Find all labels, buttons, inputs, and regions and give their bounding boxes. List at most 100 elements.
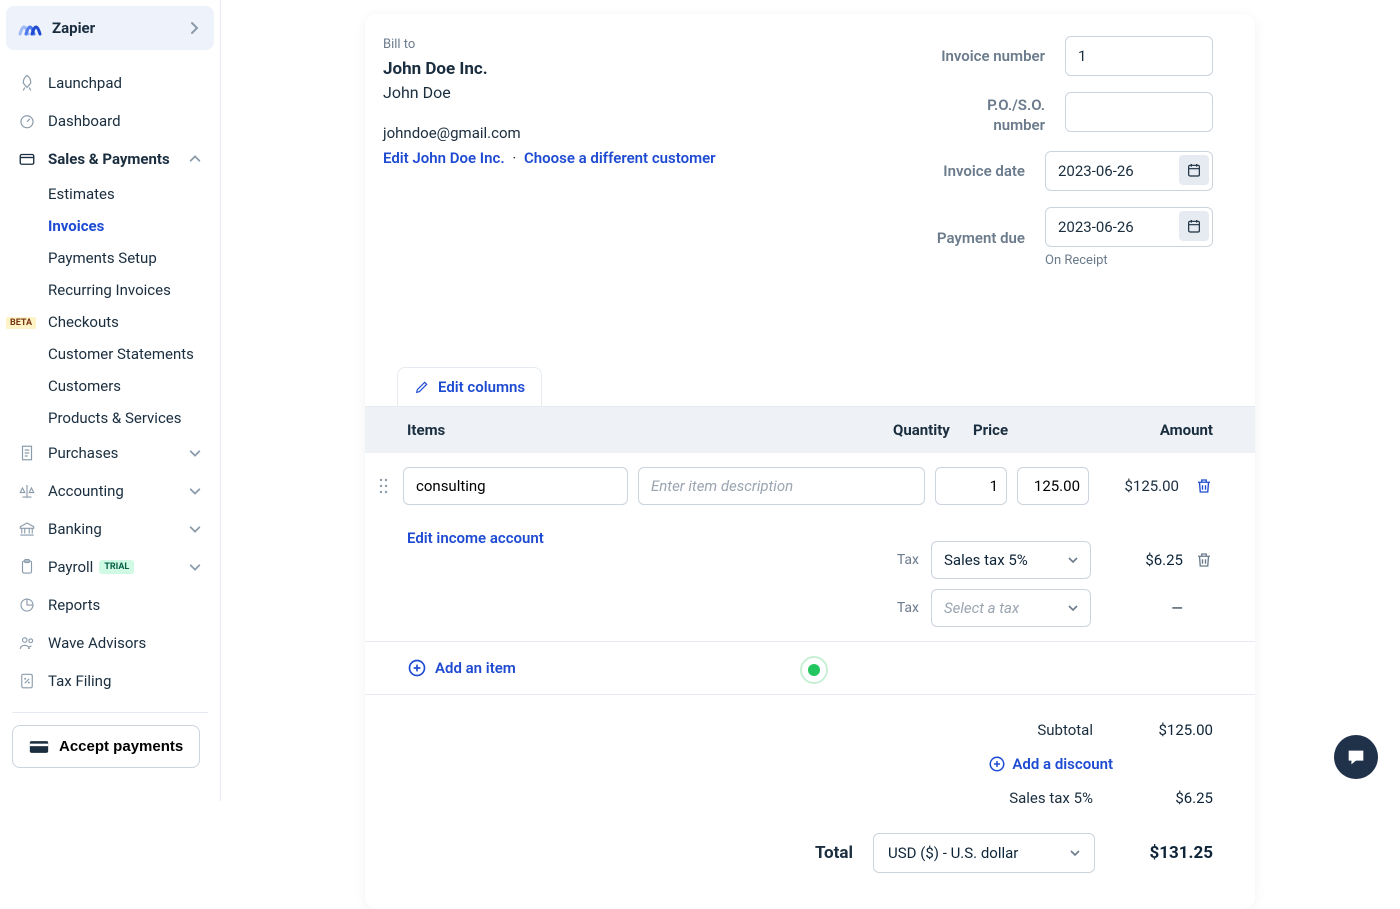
divider <box>12 712 208 713</box>
nav-label: Reports <box>48 596 100 614</box>
pencil-icon <box>414 379 430 395</box>
bill-person: John Doe <box>383 81 793 104</box>
col-quantity: Quantity <box>893 421 973 439</box>
chat-button[interactable] <box>1334 735 1378 779</box>
nav-dashboard[interactable]: Dashboard <box>6 102 214 140</box>
tax-amount-empty: — <box>1103 599 1183 617</box>
users-icon <box>18 634 36 652</box>
invoice-date-label: Invoice date <box>943 162 1025 180</box>
chevron-down-icon <box>188 446 202 460</box>
nav-accounting[interactable]: Accounting <box>6 472 214 510</box>
trash-icon[interactable] <box>1195 551 1213 569</box>
calendar-icon[interactable] <box>1179 211 1209 241</box>
drag-handle-icon[interactable] <box>379 478 389 494</box>
price-input[interactable] <box>1017 467 1089 505</box>
nav-reports[interactable]: Reports <box>6 586 214 624</box>
tax-total-label: Sales tax 5% <box>1009 789 1093 807</box>
edit-columns-button[interactable]: Edit columns <box>397 367 542 406</box>
caret-down-icon <box>1070 848 1080 858</box>
quantity-input[interactable] <box>935 467 1007 505</box>
plus-circle-icon <box>988 755 1006 773</box>
nav-advisors[interactable]: Wave Advisors <box>6 624 214 662</box>
chart-icon <box>18 596 36 614</box>
po-number-input[interactable] <box>1065 92 1213 132</box>
nav-sales-payments[interactable]: Sales & Payments <box>6 140 214 178</box>
total-label: Total <box>815 843 853 863</box>
subtotal-label: Subtotal <box>1037 721 1093 739</box>
nav-label: Launchpad <box>48 74 122 92</box>
percent-file-icon <box>18 672 36 690</box>
caret-down-icon <box>1068 555 1078 565</box>
currency-select[interactable]: USD ($) - U.S. dollar <box>873 833 1095 873</box>
status-indicator <box>800 656 828 684</box>
app-switcher[interactable]: Zapier <box>6 6 214 50</box>
sub-payments-setup[interactable]: Payments Setup <box>48 242 214 274</box>
nav-label: Wave Advisors <box>48 634 146 652</box>
beta-badge: BETA <box>6 317 36 329</box>
nav-launchpad[interactable]: Launchpad <box>6 64 214 102</box>
subtotal-value: $125.00 <box>1113 721 1213 739</box>
chevron-right-icon <box>186 20 202 36</box>
currency-select-value: USD ($) - U.S. dollar <box>888 844 1018 862</box>
nav-banking[interactable]: Banking <box>6 510 214 548</box>
calendar-icon[interactable] <box>1179 155 1209 185</box>
nav-tax-filing[interactable]: Tax Filing <box>6 662 214 700</box>
edit-income-link[interactable]: Edit income account <box>407 529 544 547</box>
accept-payments-button[interactable]: Accept payments <box>12 725 200 768</box>
tax-select-value: Sales tax 5% <box>944 551 1028 569</box>
tax-label: Tax <box>897 600 919 616</box>
tax-select-2[interactable]: Select a tax <box>931 589 1091 627</box>
tax-select-1[interactable]: Sales tax 5% <box>931 541 1091 579</box>
card-icon <box>18 150 36 168</box>
nav-label: Payroll <box>48 558 93 576</box>
chevron-up-icon <box>188 152 202 166</box>
col-items: Items <box>407 421 893 439</box>
sales-subitems: Estimates Invoices Payments Setup Recurr… <box>6 178 214 434</box>
payment-due-note: On Receipt <box>1045 253 1213 268</box>
add-item-label: Add an item <box>435 659 516 677</box>
po-number-label: P.O./S.O.number <box>987 96 1045 135</box>
tax-total-value: $6.25 <box>1113 789 1213 807</box>
line-item: $125.00 Edit income account Tax Sales ta… <box>365 453 1255 642</box>
gauge-icon <box>18 112 36 130</box>
bill-to-section: Bill to John Doe Inc. John Doe johndoe@g… <box>383 36 793 272</box>
edit-customer-link[interactable]: Edit John Doe Inc. <box>383 149 505 167</box>
total-value: $131.25 <box>1113 843 1213 863</box>
nav-label: Banking <box>48 520 102 538</box>
sub-checkouts[interactable]: BETA Checkouts <box>48 306 214 338</box>
col-price: Price <box>973 421 1053 439</box>
nav-label: Dashboard <box>48 112 121 130</box>
item-name-input[interactable] <box>403 467 628 505</box>
choose-customer-link[interactable]: Choose a different customer <box>524 149 716 167</box>
item-description-input[interactable] <box>638 467 925 505</box>
chat-icon <box>1345 746 1367 768</box>
line-amount: $125.00 <box>1099 477 1179 495</box>
sub-customers[interactable]: Customers <box>48 370 214 402</box>
sub-estimates[interactable]: Estimates <box>48 178 214 210</box>
clipboard-icon <box>18 558 36 576</box>
totals-section: Subtotal $125.00 Add a discount Sales ta… <box>365 695 1255 909</box>
tax-label: Tax <box>897 552 919 568</box>
sub-recurring[interactable]: Recurring Invoices <box>48 274 214 306</box>
bank-icon <box>18 520 36 538</box>
nav-purchases[interactable]: Purchases <box>6 434 214 472</box>
sub-customer-statements[interactable]: Customer Statements <box>48 338 214 370</box>
edit-columns-label: Edit columns <box>438 378 525 396</box>
chevron-down-icon <box>188 484 202 498</box>
bill-company: John Doe Inc. <box>383 57 793 82</box>
trash-icon[interactable] <box>1195 477 1213 495</box>
trial-badge: TRIAL <box>99 560 134 574</box>
separator: · <box>512 149 516 167</box>
caret-down-icon <box>1068 603 1078 613</box>
add-discount-button[interactable]: Add a discount <box>988 755 1113 773</box>
app-logo-icon <box>18 16 42 40</box>
invoice-card: Bill to John Doe Inc. John Doe johndoe@g… <box>365 14 1255 909</box>
nav-label: Sales & Payments <box>48 150 170 168</box>
nav-payroll[interactable]: Payroll TRIAL <box>6 548 214 586</box>
sub-products[interactable]: Products & Services <box>48 402 214 434</box>
add-discount-label: Add a discount <box>1012 755 1113 773</box>
invoice-number-input[interactable] <box>1065 36 1213 76</box>
sub-invoices[interactable]: Invoices <box>48 210 214 242</box>
rocket-icon <box>18 74 36 92</box>
credit-card-icon <box>29 740 49 754</box>
